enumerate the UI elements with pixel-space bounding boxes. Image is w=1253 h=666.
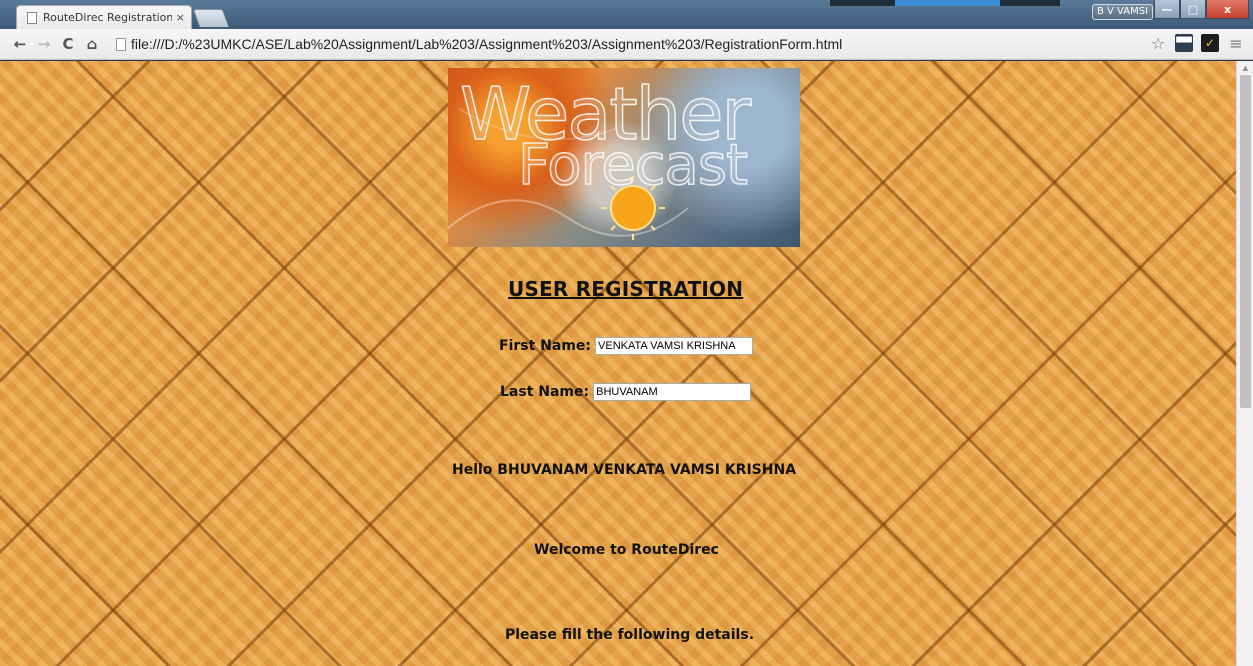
- greeting-message: Hello BHUVANAM VENKATA VAMSI KRISHNA: [452, 462, 797, 478]
- vertical-scrollbar[interactable]: ▲: [1236, 61, 1253, 666]
- page-icon: [27, 11, 37, 24]
- extension-icon[interactable]: ▀▀: [1175, 34, 1193, 52]
- file-page-icon: [116, 37, 126, 51]
- bookmark-star-icon[interactable]: ☆: [1149, 34, 1167, 53]
- first-name-input[interactable]: [595, 337, 754, 355]
- browser-tab[interactable]: RouteDirec Registration F ×: [16, 5, 192, 29]
- page-title: USER REGISTRATION: [508, 277, 744, 301]
- scroll-up-icon[interactable]: ▲: [1237, 61, 1253, 75]
- window-controls: — □ x: [1154, 0, 1249, 19]
- close-window-button[interactable]: x: [1206, 0, 1249, 19]
- forward-button[interactable]: →: [34, 34, 54, 54]
- first-name-label: First Name:: [499, 338, 592, 354]
- browser-toolbar: ← → C ⌂ file:///D:/%23UMKC/ASE/Lab%20Ass…: [0, 29, 1253, 60]
- page-viewport: Weather Forecast USER REGISTRATION First…: [0, 61, 1253, 666]
- first-name-row: First Name:: [499, 337, 754, 355]
- home-button[interactable]: ⌂: [82, 34, 102, 54]
- url-text[interactable]: file:///D:/%23UMKC/ASE/Lab%20Assignment/…: [131, 36, 842, 52]
- minimize-button[interactable]: —: [1154, 0, 1180, 19]
- new-tab-button[interactable]: [192, 9, 230, 27]
- back-button[interactable]: ←: [10, 34, 30, 54]
- toolbar-actions: ☆ ▀▀ ✓ ≡: [1149, 34, 1245, 53]
- browser-titlebar: RouteDirec Registration F × B V VAMSI — …: [0, 0, 1253, 29]
- extension-check-icon[interactable]: ✓: [1201, 34, 1219, 52]
- last-name-row: Last Name:: [500, 383, 752, 401]
- instruction-message: Please fill the following details.: [505, 627, 755, 643]
- reload-button[interactable]: C: [58, 34, 78, 54]
- menu-icon[interactable]: ≡: [1227, 34, 1245, 53]
- welcome-message: Welcome to RouteDirec: [534, 542, 719, 558]
- scroll-thumb[interactable]: [1240, 75, 1251, 408]
- tab-title: RouteDirec Registration F: [43, 11, 172, 24]
- address-bar[interactable]: file:///D:/%23UMKC/ASE/Lab%20Assignment/…: [116, 33, 1134, 55]
- profile-badge[interactable]: B V VAMSI: [1092, 4, 1154, 20]
- last-name-label: Last Name:: [500, 384, 590, 400]
- close-tab-icon[interactable]: ×: [176, 11, 185, 24]
- maximize-button[interactable]: □: [1180, 0, 1206, 19]
- registration-content: USER REGISTRATION First Name: Last Name:…: [0, 61, 1236, 666]
- last-name-input[interactable]: [593, 383, 752, 401]
- taskbar-strip-active: [895, 0, 1000, 6]
